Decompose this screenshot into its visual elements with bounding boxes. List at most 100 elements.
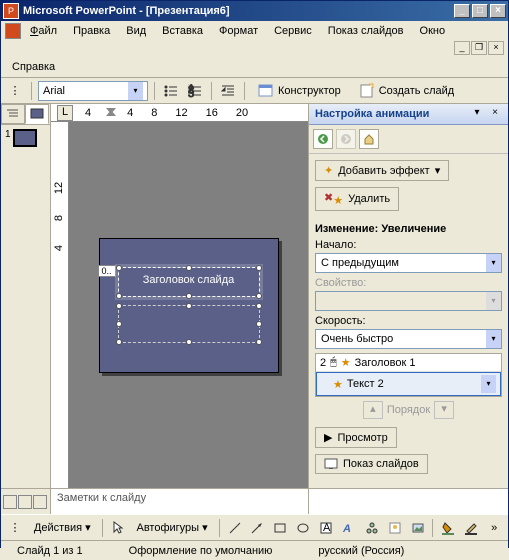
move-down-button[interactable]: ▾ [434,401,454,419]
line-color-icon[interactable] [461,518,481,538]
bullets-icon[interactable] [161,81,181,101]
svg-text:A: A [323,522,331,534]
chevron-down-icon: ▾ [435,164,441,177]
task-pane: Настройка анимации ▾ × ✦ Добавить эффект… [308,104,508,488]
status-slide: Слайд 1 из 1 [9,545,91,557]
speed-combo[interactable]: Очень быстро ▾ [315,329,502,349]
slideshow-view-button[interactable] [33,495,47,509]
preview-button[interactable]: ▶ Просмотр [315,427,397,448]
oval-icon[interactable] [293,518,313,538]
star-icon: ★ [341,356,351,369]
close-button[interactable]: × [490,4,506,18]
tab-selector[interactable]: L [57,105,73,121]
status-bar: Слайд 1 из 1 Оформление по умолчанию рус… [1,540,508,560]
play-icon: ▶ [324,431,332,444]
menu-help[interactable]: Справка [5,59,62,75]
chevron-down-icon[interactable]: ▾ [481,375,496,393]
menu-file[interactable]: Файл [23,23,64,39]
title-placeholder[interactable]: Заголовок слайда [118,267,260,297]
fill-color-icon[interactable] [438,518,458,538]
start-label: Начало: [315,239,502,251]
wordart-icon[interactable]: A [339,518,359,538]
svg-text:3: 3 [188,88,194,98]
status-language: русский (Россия) [310,545,412,557]
menu-view[interactable]: Вид [119,23,153,39]
chevron-down-icon[interactable]: ▾ [128,82,143,100]
menu-bar: Файл Правка Вид Вставка Формат Сервис По… [1,21,508,78]
move-up-button[interactable]: ▴ [363,401,383,419]
clipart-icon[interactable] [385,518,405,538]
thumb-preview [13,129,37,147]
select-icon[interactable] [108,518,128,538]
menu-slideshow[interactable]: Показ слайдов [321,23,411,39]
mdi-minimize[interactable]: _ [454,41,470,55]
taskpane-title: Настройка анимации [315,108,429,120]
mdi-close[interactable]: × [488,41,504,55]
svg-text:A: A [342,523,351,535]
body-placeholder[interactable] [118,305,260,343]
sorter-view-button[interactable] [18,495,32,509]
numbering-icon[interactable]: 123 [185,81,205,101]
menu-tools[interactable]: Сервис [267,23,319,39]
ruler-vertical: 12 8 4 [51,122,69,488]
actions-menu[interactable]: Действия ▾ [28,519,97,536]
normal-view-button[interactable] [3,495,17,509]
change-label: Изменение: Увеличение [315,223,502,235]
slideshow-button[interactable]: Показ слайдов [315,454,428,474]
diagram-icon[interactable] [362,518,382,538]
chevron-down-icon[interactable]: ▾ [486,254,501,272]
menu-format[interactable]: Формат [212,23,265,39]
new-slide-button[interactable]: Создать слайд [352,80,461,102]
new-slide-icon [359,83,375,99]
slides-tab[interactable] [25,104,49,124]
taskpane-header: Настройка анимации ▾ × [309,104,508,125]
taskpane-close[interactable]: × [488,107,502,121]
notes-area: Заметки к слайду [1,488,508,514]
add-effect-button[interactable]: ✦ Добавить эффект ▾ [315,160,449,181]
arrow-icon[interactable] [247,518,267,538]
nav-home-button[interactable] [359,129,379,149]
chevron-down-icon: ▾ [486,292,501,310]
remove-effect-button[interactable]: ✖★ Удалить [315,187,399,211]
mouse-icon: 🖱 [330,356,337,369]
minimize-button[interactable]: _ [454,4,470,18]
nav-forward-button[interactable] [336,129,356,149]
menu-insert[interactable]: Вставка [155,23,210,39]
taskpane-dropdown[interactable]: ▾ [470,107,484,121]
more-icon[interactable]: » [484,518,504,538]
start-combo[interactable]: С предыдущим ▾ [315,253,502,273]
picture-icon[interactable] [408,518,428,538]
outline-pane: 1 [1,104,51,488]
toolbar-handle[interactable]: ⋮ [5,518,25,538]
outline-tab[interactable] [1,104,25,124]
animation-item[interactable]: ★ Текст 2 ▾ [316,372,501,396]
speed-label: Скорость: [315,315,502,327]
menu-edit[interactable]: Правка [66,23,117,39]
nav-back-button[interactable] [313,129,333,149]
reorder-controls: ▴ Порядок ▾ [315,397,502,423]
chevron-down-icon[interactable]: ▾ [486,330,501,348]
rectangle-icon[interactable] [270,518,290,538]
animation-tag[interactable]: 0.. [98,265,116,277]
decrease-indent-icon[interactable] [218,81,238,101]
textbox-icon[interactable]: A [316,518,336,538]
designer-button[interactable]: Конструктор [251,80,348,102]
line-icon[interactable] [225,518,245,538]
thumb-number: 1 [5,129,11,140]
app-menu-icon[interactable] [5,23,21,39]
app-icon: P [3,3,19,19]
toolbar-handle[interactable]: ⋮ [5,81,25,101]
slide-thumbnail[interactable]: 1 [5,129,46,147]
autoshapes-menu[interactable]: Автофигуры ▾ [130,519,213,536]
notes-input[interactable]: Заметки к слайду [51,489,308,514]
mdi-restore[interactable]: ❐ [471,41,487,55]
animation-item[interactable]: 2 🖱 ★ Заголовок 1 [316,354,501,372]
slide-canvas[interactable]: 0.. Заголовок слайда [99,238,279,373]
remove-icon: ✖★ [324,191,343,207]
screen-icon [324,458,338,470]
menu-window[interactable]: Окно [413,23,453,39]
font-combo[interactable]: Arial ▾ [38,81,148,101]
designer-icon [258,83,274,99]
maximize-button[interactable]: □ [472,4,488,18]
property-label: Свойство: [315,277,502,289]
